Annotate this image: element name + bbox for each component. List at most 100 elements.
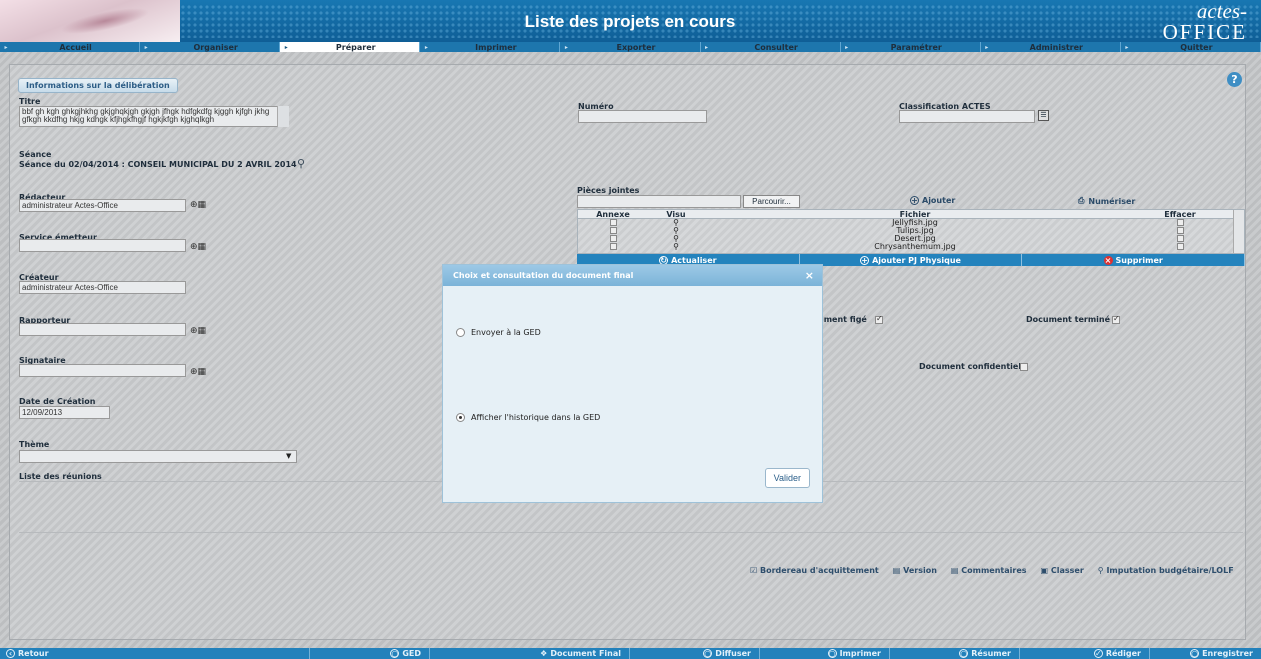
nav-imprimer[interactable]: ▸ Imprimer [420, 42, 561, 52]
edit-icon: ✓ [1093, 649, 1103, 658]
seance-value: Séance du 02/04/2014 : CONSEIL MUNICIPAL… [19, 160, 297, 169]
arrow-icon: ▸ [1125, 43, 1129, 51]
ged-icon: ○ [390, 649, 400, 658]
classer-link[interactable]: ▣ Classer [1041, 566, 1084, 575]
nav-preparer[interactable]: ▸ Préparer [280, 42, 421, 52]
arrow-icon: ▸ [845, 43, 849, 51]
table-row: ⚲ Chrysanthemum.jpg [578, 243, 1244, 251]
magnify-icon[interactable]: ⚲ [648, 243, 704, 251]
plus-circle-icon: + [860, 255, 870, 265]
help-icon[interactable]: ? [1227, 72, 1242, 87]
nav-quitter[interactable]: ▸ Quitter [1121, 42, 1261, 52]
back-icon: ‹ [6, 649, 15, 658]
option-historique-ged[interactable]: Afficher l'historique dans la GED [456, 413, 600, 422]
footer-toolbar: ‹ Retour ○ GED ❖ Document Final ○ Diffuser ○… [0, 648, 1261, 659]
enregistrer-button[interactable]: ○ Enregistrer [1150, 648, 1261, 659]
option-envoyer-ged[interactable]: Envoyer à la GED [456, 328, 541, 337]
table-scrollbar[interactable] [1233, 210, 1244, 253]
annexe-checkbox[interactable] [609, 235, 617, 242]
commentaires-link[interactable]: ▤ Commentaires [951, 566, 1027, 575]
nav-exporter[interactable]: ▸ Exporter [560, 42, 701, 52]
col-visu: Visu [666, 210, 686, 219]
rediger-button[interactable]: ✓ Rédiger [1020, 648, 1150, 659]
diffuser-button[interactable]: ○ Diffuser [630, 648, 760, 659]
nav-accueil[interactable]: ▸ Accueil [0, 42, 141, 52]
browse-button[interactable]: Parcourir... [743, 195, 800, 208]
ajouter-button[interactable]: + Ajouter [910, 196, 955, 205]
diffuse-icon: ○ [703, 649, 713, 658]
arrow-icon: ▸ [284, 43, 288, 51]
doc-termine-checkbox[interactable] [1112, 314, 1120, 324]
save-icon: ○ [1190, 649, 1200, 658]
supprimer-button[interactable]: × Supprimer [1022, 254, 1246, 266]
close-icon[interactable]: × [805, 269, 814, 282]
valider-button[interactable]: Valider [764, 468, 810, 488]
section-tab[interactable]: Informations sur la délibération [18, 78, 178, 93]
scanner-icon: ⎙ [1078, 196, 1085, 205]
nav-organiser[interactable]: ▸ Organiser [140, 42, 281, 52]
imprimer-button[interactable]: ○ Imprimer [760, 648, 890, 659]
doc-confidentiel-checkbox[interactable] [1020, 363, 1028, 371]
redacteur-field[interactable]: administrateur Actes-Office [19, 199, 186, 212]
nav-administrer[interactable]: ▸ Administrer [981, 42, 1121, 52]
bordereau-link[interactable]: ☑ Bordereau d'acquittement [750, 566, 879, 575]
doc-termine-label: Document terminé [1026, 315, 1111, 324]
radio-button-selected[interactable] [456, 413, 465, 422]
effacer-checkbox[interactable] [1176, 243, 1184, 250]
effacer-checkbox[interactable] [1176, 235, 1184, 242]
nav-consulter[interactable]: ▸ Consulter [701, 42, 841, 52]
chevron-down-icon[interactable]: ▼ [286, 452, 291, 460]
arrow-icon: ▸ [985, 43, 989, 51]
createur-field[interactable]: administrateur Actes-Office [19, 281, 186, 294]
titre-label: Titre [19, 97, 41, 106]
bottom-links: ☑ Bordereau d'acquittement ▤ Version ▤ C… [750, 566, 1234, 575]
doc-fige-checkbox[interactable] [875, 314, 883, 324]
signataire-picker-icon[interactable]: ⊕▦ [190, 367, 206, 377]
date-label: Date de Création [19, 397, 96, 406]
nav-parametrer[interactable]: ▸ Paramétrer [841, 42, 981, 52]
note-icon: ▤ [892, 566, 904, 575]
rapporteur-field[interactable] [19, 323, 186, 336]
titre-scrollbar[interactable] [277, 106, 289, 127]
document-final-button[interactable]: ❖ Document Final [430, 648, 630, 659]
titre-textarea[interactable]: bbf gh kgh ghkgjhkhg gkjghqkjgh gkjgh jf… [19, 106, 289, 127]
doc-confidentiel-label: Document confidentiel [919, 362, 1022, 371]
final-document-dialog: Choix et consultation du document final … [442, 264, 823, 503]
service-field[interactable] [19, 239, 186, 252]
arrow-icon: ▸ [705, 43, 709, 51]
ajouter-pj-button[interactable]: + Ajouter PJ Physique [800, 254, 1023, 266]
reunions-label: Liste des réunions [19, 472, 102, 481]
effacer-checkbox[interactable] [1176, 227, 1184, 234]
annexe-checkbox[interactable] [609, 219, 617, 226]
comment-icon: ▤ [950, 566, 962, 575]
dialog-title: Choix et consultation du document final [453, 271, 634, 280]
dialog-title-bar: Choix et consultation du document final … [443, 265, 822, 286]
resumer-button[interactable]: ○ Résumer [890, 648, 1020, 659]
numero-field[interactable] [578, 110, 707, 123]
pieces-file-field[interactable] [577, 195, 741, 208]
date-field[interactable]: 12/09/2013 [19, 406, 110, 419]
annexe-checkbox[interactable] [609, 227, 617, 234]
annexe-checkbox[interactable] [609, 243, 617, 250]
ged-button[interactable]: ○ GED [310, 648, 430, 659]
version-link[interactable]: ▤ Version [893, 566, 937, 575]
numeriser-button[interactable]: ⎙ Numériser [1078, 196, 1135, 206]
check-icon: ☑ [750, 566, 760, 575]
retour-button[interactable]: ‹ Retour [0, 648, 310, 659]
folder-icon: ▣ [1040, 566, 1051, 575]
classification-field[interactable] [899, 110, 1035, 123]
theme-select[interactable] [19, 450, 297, 463]
pieces-label: Pièces jointes [577, 186, 640, 195]
imputation-link[interactable]: ⚲ Imputation budgétaire/LOLF [1098, 566, 1234, 575]
radio-button[interactable] [456, 328, 465, 337]
redacteur-picker-icon[interactable]: ⊕▦ [190, 200, 206, 210]
seance-search-icon[interactable]: ⚲ [297, 157, 305, 170]
summary-icon: ○ [959, 649, 969, 658]
service-picker-icon[interactable]: ⊕▦ [190, 242, 206, 252]
signataire-field[interactable] [19, 364, 186, 377]
rapporteur-picker-icon[interactable]: ⊕▦ [190, 326, 206, 336]
col-fichier: Fichier [899, 210, 931, 219]
arrow-icon: ▸ [564, 43, 568, 51]
effacer-checkbox[interactable] [1176, 219, 1184, 226]
classification-list-icon[interactable]: ☰ [1038, 110, 1049, 121]
